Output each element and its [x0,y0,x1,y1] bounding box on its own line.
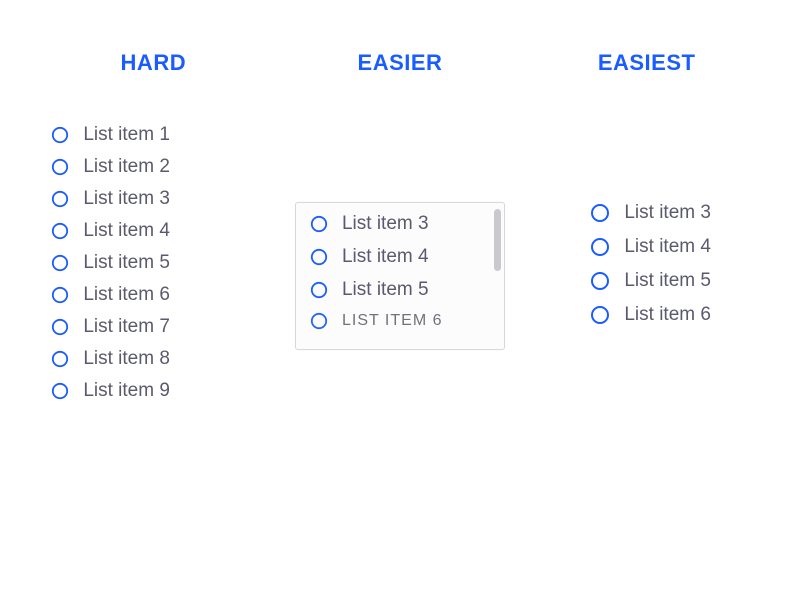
list-item-label: List item 7 [83,316,170,338]
list-item-label: List item 9 [83,380,170,402]
radio-icon [51,190,69,208]
list-item[interactable]: List item 6 [310,312,496,330]
list-item[interactable]: List item 8 [51,348,263,370]
radio-icon [51,254,69,272]
list-item[interactable]: List item 3 [590,202,711,224]
list-item[interactable]: List item 5 [590,270,711,292]
list-item[interactable]: List item 4 [590,236,711,258]
list-item-label: List item 2 [83,156,170,178]
list-item-label: List item 5 [83,252,170,274]
list-item[interactable]: List item 5 [51,252,263,274]
list-item[interactable]: List item 3 [51,188,263,210]
list-item-label: List item 3 [83,188,170,210]
list-item-label: List item 6 [342,312,443,330]
column-hard: HARD List item 1 List item 2 List item 3… [43,50,263,402]
radio-icon [590,305,610,325]
column-easiest: EASIEST List item 3 List item 4 List ite… [537,50,757,402]
list-item[interactable]: List item 3 [310,213,496,235]
easier-scroll-box[interactable]: List item 3 List item 4 List item 5 List… [295,202,505,350]
list-item-label: List item 5 [342,279,429,301]
easiest-list-wrapper: List item 3 List item 4 List item 5 List… [582,202,711,326]
list-item[interactable]: List item 4 [51,220,263,242]
column-easier: EASIER List item 3 List item 4 List item… [290,50,510,402]
list-item-label: List item 8 [83,348,170,370]
columns-container: HARD List item 1 List item 2 List item 3… [0,0,800,402]
radio-icon [310,312,328,330]
list-item-label: List item 4 [342,246,429,268]
list-item[interactable]: List item 6 [51,284,263,306]
list-item[interactable]: List item 9 [51,380,263,402]
radio-icon [310,281,328,299]
list-item[interactable]: List item 6 [590,304,711,326]
list-item-label: List item 3 [624,202,711,224]
radio-icon [51,350,69,368]
radio-icon [51,382,69,400]
list-item-label: List item 6 [83,284,170,306]
list-item-label: List item 3 [342,213,429,235]
radio-icon [51,158,69,176]
list-item-label: List item 1 [83,124,170,146]
radio-icon [310,248,328,266]
radio-icon [310,215,328,233]
radio-icon [51,126,69,144]
list-item-label: List item 5 [624,270,711,292]
radio-icon [590,237,610,257]
list-item[interactable]: List item 5 [310,279,496,301]
list-item-label: List item 6 [624,304,711,326]
list-item[interactable]: List item 1 [51,124,263,146]
radio-icon [51,318,69,336]
list-item-label: List item 4 [624,236,711,258]
scrollbar-thumb[interactable] [494,209,501,271]
radio-icon [51,222,69,240]
column-header-easiest: EASIEST [598,50,696,76]
column-header-hard: HARD [121,50,187,76]
list-item[interactable]: List item 4 [310,246,496,268]
column-header-easier: EASIER [358,50,443,76]
list-item-label: List item 4 [83,220,170,242]
easiest-list: List item 3 List item 4 List item 5 List… [582,202,711,326]
list-item[interactable]: List item 2 [51,156,263,178]
list-item[interactable]: List item 7 [51,316,263,338]
radio-icon [590,203,610,223]
radio-icon [590,271,610,291]
hard-list: List item 1 List item 2 List item 3 List… [43,124,263,402]
easier-list: List item 3 List item 4 List item 5 List… [310,213,496,330]
radio-icon [51,286,69,304]
